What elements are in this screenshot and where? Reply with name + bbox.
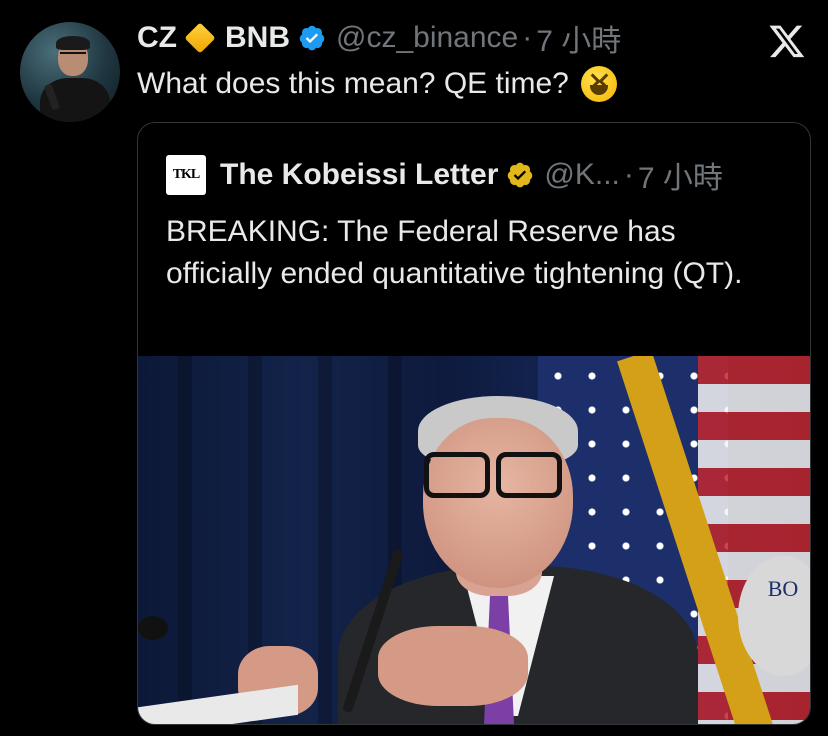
gold-verified-badge-icon xyxy=(508,162,533,188)
quoted-author-name[interactable]: The Kobeissi Letter xyxy=(220,158,498,192)
tweet-timestamp[interactable]: 7 小時 xyxy=(536,16,621,60)
tweet-body: What does this mean? QE time? xyxy=(137,67,569,100)
quoted-tweet-header: TKL The Kobeissi Letter @K... · 7 小時 xyxy=(166,155,723,195)
quoted-tweet-text: BREAKING: The Federal Reserve has offici… xyxy=(166,215,743,290)
curtain-fold xyxy=(178,356,192,724)
avatar-glasses xyxy=(60,52,86,60)
author-handle[interactable]: @cz_binance xyxy=(336,21,518,55)
verified-badge-icon xyxy=(299,25,325,51)
speaker-face xyxy=(423,418,573,588)
quoted-author-handle[interactable]: @K... xyxy=(544,158,619,192)
quoted-author-logo[interactable]: TKL xyxy=(166,155,206,195)
speaker-glasses-right xyxy=(496,452,562,498)
tweet-header: CZ BNB @cz_binance · 7 小時 xyxy=(137,16,621,60)
quoted-timestamp[interactable]: 7 小時 xyxy=(638,153,723,197)
curtain-fold xyxy=(318,356,332,724)
diamond-emoji-icon xyxy=(184,22,216,54)
speaker-right-hand xyxy=(378,626,528,706)
speaker-glasses-left xyxy=(424,452,490,498)
quoted-tweet-photo[interactable]: BO xyxy=(138,356,810,724)
author-name[interactable]: CZ xyxy=(137,21,177,55)
author-name-suffix[interactable]: BNB xyxy=(225,21,290,55)
avatar-hair xyxy=(56,36,90,50)
quoted-tweet[interactable]: TKL The Kobeissi Letter @K... · 7 小時 BRE… xyxy=(137,122,811,725)
author-avatar[interactable] xyxy=(20,22,120,122)
microphone-left xyxy=(138,616,168,640)
quoted-separator-dot: · xyxy=(623,158,634,191)
podium xyxy=(138,684,298,724)
tweet-text: What does this mean? QE time? xyxy=(137,64,617,104)
close-icon[interactable] xyxy=(766,22,808,60)
laughing-emoji-icon xyxy=(580,66,617,102)
separator-dot: · xyxy=(522,21,533,54)
